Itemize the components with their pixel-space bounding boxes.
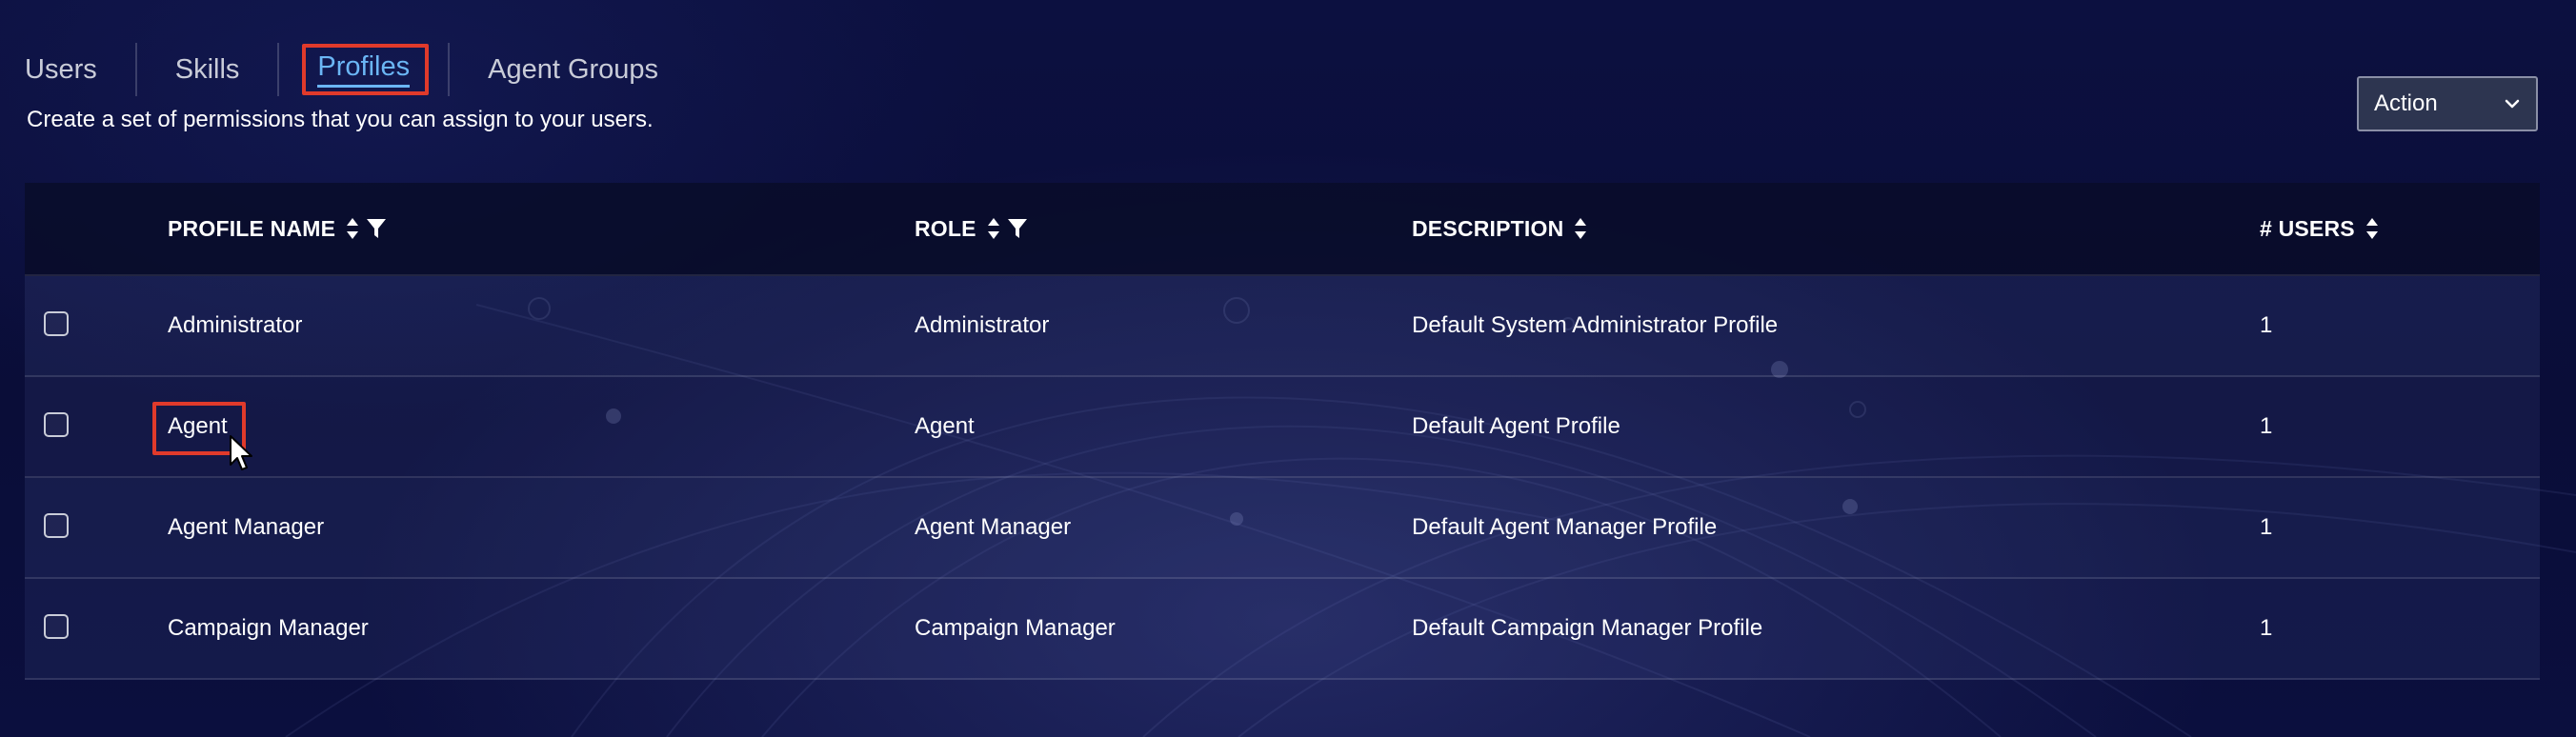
table-row[interactable]: Agent Agent Default Agent Profile 1 [25,377,2540,478]
tab-label: Agent Groups [488,53,659,85]
table-header: PROFILE NAME ROLE DESCRIPTION # USERS [25,183,2540,276]
tab-label: Users [25,53,97,85]
chevron-down-icon [2504,98,2521,110]
column-header-label: PROFILE NAME [168,215,336,241]
table-row[interactable]: Administrator Administrator Default Syst… [25,276,2540,377]
mouse-cursor-icon [230,435,252,470]
tab-bar: Users Skills Profiles Agent Groups [25,40,696,99]
filter-icon[interactable] [1007,217,1028,240]
highlight-box [302,44,430,95]
filter-icon[interactable] [366,217,387,240]
description-cell: Default Agent Manager Profile [1412,514,1718,540]
tab-label: Skills [174,53,240,85]
profile-name-link[interactable]: Campaign Manager [168,579,369,678]
sort-icon[interactable] [1573,216,1588,241]
role-cell: Administrator [915,312,1050,338]
tab-profiles[interactable]: Profiles [279,44,448,95]
sort-icon[interactable] [986,216,1001,241]
column-header-profile-name[interactable]: PROFILE NAME [168,216,392,242]
page-description: Create a set of permissions that you can… [27,107,654,132]
table-row[interactable]: Agent Manager Agent Manager Default Agen… [25,478,2540,579]
profiles-table: PROFILE NAME ROLE DESCRIPTION # USERS Ad… [25,183,2540,680]
users-count-cell: 1 [2260,312,2273,338]
column-header-label: DESCRIPTION [1412,215,1564,241]
action-dropdown-value: Action [2374,90,2438,116]
description-cell: Default System Administrator Profile [1412,312,1779,338]
action-dropdown[interactable]: Action [2357,76,2538,131]
role-cell: Agent [915,413,975,439]
profile-name-link[interactable]: Administrator [168,276,302,375]
profile-name-link[interactable]: Agent Manager [168,478,324,577]
users-count-cell: 1 [2260,413,2273,439]
sort-icon[interactable] [2365,216,2380,241]
role-cell: Agent Manager [915,514,1072,540]
row-checkbox[interactable] [44,412,69,437]
column-header-role[interactable]: ROLE [915,216,1034,242]
description-cell: Default Agent Profile [1412,413,1620,439]
profile-name-link[interactable]: Agent [168,377,228,476]
row-checkbox[interactable] [44,614,69,639]
table-body: Administrator Administrator Default Syst… [25,276,2540,680]
row-checkbox[interactable] [44,311,69,336]
tab-skills[interactable]: Skills [137,44,278,95]
table-row[interactable]: Campaign Manager Campaign Manager Defaul… [25,579,2540,680]
users-count-cell: 1 [2260,615,2273,641]
role-cell: Campaign Manager [915,615,1116,641]
sort-icon[interactable] [345,216,360,241]
row-checkbox[interactable] [44,513,69,538]
description-cell: Default Campaign Manager Profile [1412,615,1763,641]
column-header-label: # USERS [2260,215,2355,241]
users-count-cell: 1 [2260,514,2273,540]
column-header-users[interactable]: # USERS [2260,216,2385,242]
tab-users[interactable]: Users [25,44,135,95]
tab-agent-groups[interactable]: Agent Groups [450,44,696,95]
column-header-label: ROLE [915,215,976,241]
column-header-description[interactable]: DESCRIPTION [1412,216,1594,242]
